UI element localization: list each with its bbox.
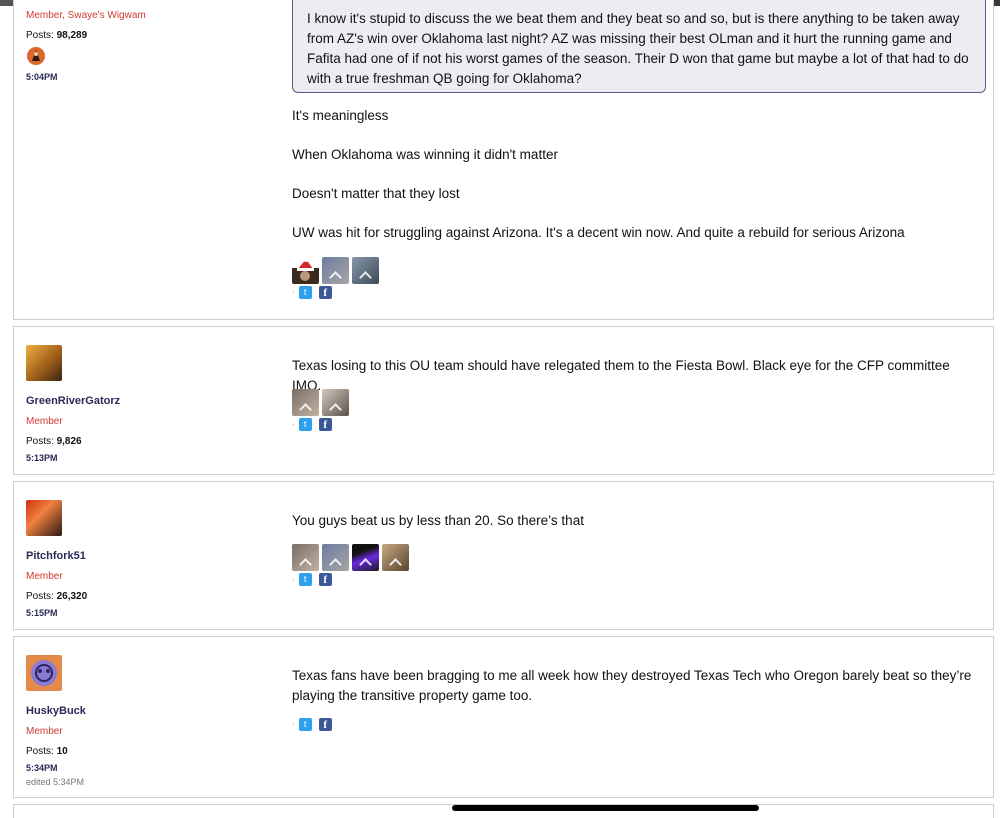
reaction-avatar[interactable]	[322, 544, 349, 571]
username[interactable]: Pitchfork51	[26, 550, 246, 562]
post-count: Posts: 98,289	[26, 30, 88, 41]
post-body: Texas losing to this OU team should have…	[292, 358, 950, 393]
forum-post: GreenRiverGatorz Member Posts: 9,826 5:1…	[13, 326, 994, 475]
post-timestamp[interactable]: 5:34PM	[26, 763, 246, 773]
forum-post: HuskyBuck Member Posts: 10 5:34PM edited…	[13, 636, 994, 798]
reaction-avatars	[292, 544, 409, 571]
post-count: Posts: 26,320	[26, 591, 88, 602]
share-links: · t f	[292, 286, 332, 299]
forum-post: Member, Swaye's Wigwam Posts: 98,289 5:0…	[13, 0, 994, 320]
reaction-avatar[interactable]	[292, 389, 319, 416]
share-links: · t f	[292, 718, 332, 731]
post-timestamp[interactable]: 5:15PM	[26, 608, 246, 618]
post-body: Texas fans have been bragging to me all …	[292, 668, 972, 703]
forum-post: Pitchfork51 Member Posts: 26,320 5:15PM …	[13, 481, 994, 630]
facebook-icon[interactable]: f	[318, 418, 332, 431]
user-role: Member	[26, 571, 63, 582]
user-badge-icon	[27, 47, 45, 65]
username[interactable]: HuskyBuck	[26, 705, 246, 717]
facebook-icon[interactable]: f	[318, 718, 332, 731]
post-timestamp[interactable]: 5:13PM	[26, 453, 246, 463]
username[interactable]: GreenRiverGatorz	[26, 395, 246, 407]
user-role: Member	[26, 416, 63, 427]
reaction-avatar[interactable]	[292, 257, 319, 284]
post-count: Posts: 10	[26, 746, 68, 757]
post-count: Posts: 9,826	[26, 436, 82, 447]
facebook-icon[interactable]: f	[318, 573, 332, 586]
santa-hat-icon	[297, 258, 314, 281]
avatar[interactable]	[26, 345, 62, 381]
twitter-icon[interactable]: t	[298, 718, 312, 731]
reaction-avatar[interactable]	[382, 544, 409, 571]
reaction-avatar[interactable]	[352, 257, 379, 284]
avatar[interactable]	[26, 655, 62, 691]
post-author-panel: Member, Swaye's Wigwam Posts: 98,289 5:0…	[26, 10, 246, 82]
post-author-panel: Pitchfork51 Member Posts: 26,320 5:15PM	[26, 500, 246, 618]
post-paragraph: Doesn't matter that they lost	[292, 186, 460, 201]
post-timestamp[interactable]: 5:04PM	[26, 72, 246, 82]
reaction-avatar[interactable]	[292, 544, 319, 571]
edited-note: edited 5:34PM	[26, 777, 85, 787]
reaction-avatar[interactable]	[322, 257, 349, 284]
post-author-panel: HuskyBuck Member Posts: 10 5:34PM edited…	[26, 655, 246, 787]
twitter-icon[interactable]: t	[298, 286, 312, 299]
post-body: You guys beat us by less than 20. So the…	[292, 513, 584, 528]
reaction-avatars	[292, 257, 379, 284]
reaction-avatar[interactable]	[322, 389, 349, 416]
home-indicator[interactable]	[452, 805, 759, 811]
quoted-post: I know it's stupid to discuss the we bea…	[292, 0, 986, 93]
avatar[interactable]	[26, 500, 62, 536]
twitter-icon[interactable]: t	[298, 573, 312, 586]
reaction-avatars	[292, 389, 349, 416]
facebook-icon[interactable]: f	[318, 286, 332, 299]
twitter-icon[interactable]: t	[298, 418, 312, 431]
user-role: Member	[26, 726, 63, 737]
post-body: It's meaningless When Oklahoma was winni…	[292, 106, 982, 262]
post-paragraph: It's meaningless	[292, 108, 389, 123]
post-author-panel: GreenRiverGatorz Member Posts: 9,826 5:1…	[26, 345, 246, 463]
post-paragraph: UW was hit for struggling against Arizon…	[292, 225, 905, 240]
user-role: Member, Swaye's Wigwam	[26, 10, 146, 21]
share-links: · t f	[292, 573, 332, 586]
share-links: · t f	[292, 418, 332, 431]
reaction-avatar[interactable]	[352, 544, 379, 571]
post-paragraph: When Oklahoma was winning it didn't matt…	[292, 147, 558, 162]
